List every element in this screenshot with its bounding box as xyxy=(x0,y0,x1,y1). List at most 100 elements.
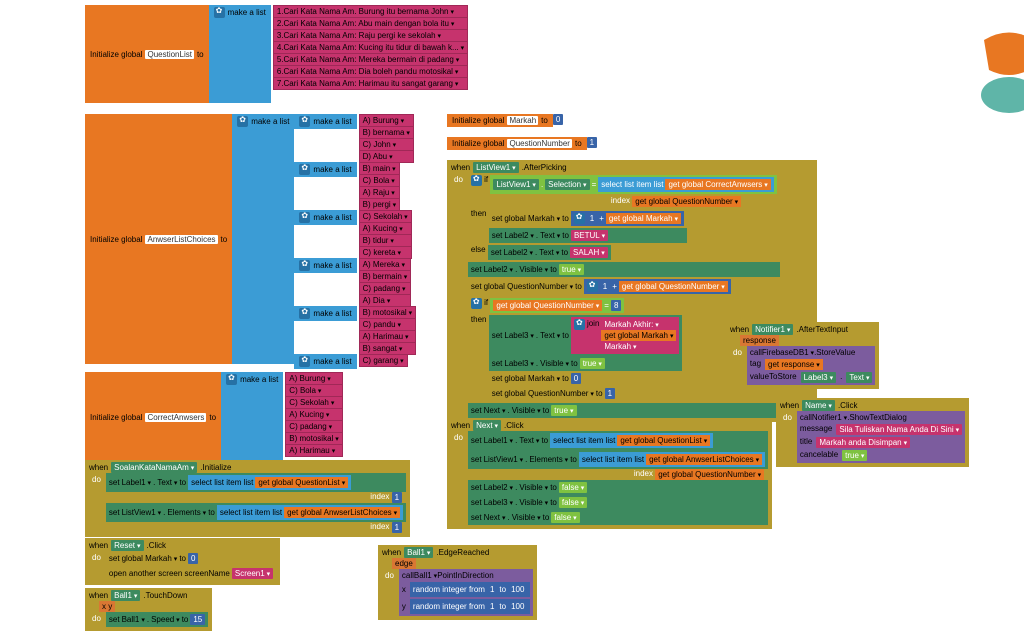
comp[interactable]: ListView1 xyxy=(484,455,524,464)
comp[interactable]: Label1 xyxy=(484,436,514,445)
gear-icon[interactable] xyxy=(237,116,248,127)
gear-icon[interactable] xyxy=(299,356,310,367)
comp[interactable]: Label2 xyxy=(484,483,514,492)
comp[interactable]: Label2 xyxy=(484,265,514,274)
list-item[interactable]: A) Harimau xyxy=(285,444,342,457)
when-reset-click[interactable]: when Reset.Click do set global Markah to… xyxy=(85,538,280,585)
num[interactable]: 100 xyxy=(508,584,527,595)
prop[interactable]: Visible xyxy=(519,498,548,507)
num[interactable]: 1 xyxy=(605,388,615,399)
text[interactable]: Sila Tuliskan Nama Anda Di Sini xyxy=(836,424,962,435)
init-questionnumber[interactable]: Initialize global QuestionNumber to 1 xyxy=(447,137,597,150)
text[interactable]: BETUL xyxy=(571,230,608,241)
prop[interactable]: Speed xyxy=(151,615,180,624)
gear-icon[interactable] xyxy=(299,308,310,319)
num[interactable]: 0 xyxy=(188,553,198,564)
comp[interactable]: Label2 xyxy=(504,248,534,257)
num[interactable]: 8 xyxy=(611,300,621,311)
init-markah[interactable]: Initialize global Markah to 0 xyxy=(447,114,563,127)
component[interactable]: Next xyxy=(473,420,501,431)
gear-icon[interactable] xyxy=(214,7,225,18)
bool[interactable]: true xyxy=(842,450,867,461)
comp[interactable]: Label2 xyxy=(504,231,534,240)
gear-icon[interactable] xyxy=(587,281,598,292)
gear-icon[interactable] xyxy=(299,212,310,223)
component[interactable]: Ball1 xyxy=(111,590,140,601)
comp[interactable]: ListView1 xyxy=(122,508,162,517)
num[interactable]: 1 xyxy=(487,601,497,612)
num[interactable]: 1 xyxy=(587,137,597,148)
num[interactable]: 1 xyxy=(600,281,610,292)
num[interactable]: 0 xyxy=(571,373,581,384)
bool[interactable]: true xyxy=(559,264,584,275)
init-correctanswers[interactable]: Initialize global CorrectAnwsers to make… xyxy=(85,372,343,462)
comp[interactable]: Label3 xyxy=(504,359,534,368)
when-ball-edgereached[interactable]: when Ball1.EdgeReached edge do call Ball… xyxy=(378,545,537,620)
component[interactable]: SoalanKataNamaAm xyxy=(111,462,197,473)
num[interactable]: 1 xyxy=(487,584,497,595)
init-questionlist[interactable]: Initialize global QuestionList to make a… xyxy=(85,5,468,103)
prop[interactable]: Elements xyxy=(529,455,568,464)
num[interactable]: 15 xyxy=(190,614,205,625)
num[interactable]: 1 xyxy=(587,213,597,224)
text[interactable]: SALAH xyxy=(570,247,608,258)
gear-icon[interactable] xyxy=(471,175,482,186)
when-name-click[interactable]: when Name.Click do call Notifier1.ShowTe… xyxy=(776,398,969,467)
prop[interactable]: Text xyxy=(539,248,559,257)
text[interactable]: Markah anda Disimpan xyxy=(816,437,910,448)
gear-icon[interactable] xyxy=(299,260,310,271)
comp[interactable]: Next xyxy=(484,513,506,522)
component[interactable]: ListView1 xyxy=(493,179,539,190)
comp[interactable]: Ball1 xyxy=(414,571,437,580)
prop[interactable]: Text xyxy=(846,372,872,383)
comp[interactable]: FirebaseDB1 xyxy=(762,348,814,357)
component[interactable]: Reset xyxy=(111,540,143,551)
bool[interactable]: false xyxy=(551,512,579,523)
prop[interactable]: Selection xyxy=(545,179,589,190)
list-item[interactable]: C) garang xyxy=(359,354,408,367)
when-ball-touchdown[interactable]: when Ball1.TouchDown x y do set Ball1.Sp… xyxy=(85,588,212,631)
comp[interactable]: Label3 xyxy=(484,498,514,507)
num[interactable]: 0 xyxy=(553,114,563,125)
text[interactable]: Markah xyxy=(601,341,676,352)
bool[interactable]: false xyxy=(559,497,587,508)
prop[interactable]: Visible xyxy=(540,359,569,368)
gear-icon[interactable] xyxy=(299,116,310,127)
prop[interactable]: Elements xyxy=(167,508,206,517)
prop[interactable]: Visible xyxy=(512,513,541,522)
gear-icon[interactable] xyxy=(226,374,237,385)
prop[interactable]: Text xyxy=(519,436,539,445)
comp[interactable]: Label1 xyxy=(122,478,152,487)
num[interactable]: 1 xyxy=(392,492,402,503)
gear-icon[interactable] xyxy=(299,164,310,175)
component[interactable]: Notifier1 xyxy=(752,324,793,335)
gear-icon[interactable] xyxy=(471,298,482,309)
prop[interactable]: Text xyxy=(157,478,177,487)
text[interactable]: Markah Akhir: xyxy=(601,319,676,330)
when-initialize[interactable]: when SoalanKataNamaAm.Initialize do set … xyxy=(85,460,410,537)
bool[interactable]: true xyxy=(580,358,605,369)
comp[interactable]: Label3 xyxy=(801,372,837,383)
num[interactable]: 100 xyxy=(508,601,527,612)
bool[interactable]: true xyxy=(551,405,576,416)
comp[interactable]: Label3 xyxy=(504,331,534,340)
num[interactable]: 1 xyxy=(392,522,402,533)
component[interactable]: Name xyxy=(802,400,835,411)
comp[interactable]: Ball1 xyxy=(122,615,145,624)
gear-icon[interactable] xyxy=(574,213,585,224)
component[interactable]: Ball1 xyxy=(404,547,433,558)
gear-icon[interactable] xyxy=(574,319,585,330)
prop[interactable]: Visible xyxy=(519,265,548,274)
init-answerchoices[interactable]: Initialize global AnwserListChoices to m… xyxy=(85,114,416,369)
text[interactable]: Screen1 xyxy=(232,568,273,579)
component[interactable]: ListView1 xyxy=(473,162,519,173)
prop[interactable]: Visible xyxy=(519,483,548,492)
list-item[interactable]: 7.Cari Kata Nama Am: Harimau itu sangat … xyxy=(273,77,468,90)
prop[interactable]: Text xyxy=(540,231,560,240)
bool[interactable]: false xyxy=(559,482,587,493)
when-notifier-aftertext[interactable]: when Notifier1.AfterTextInput response d… xyxy=(726,322,879,389)
prop[interactable]: Text xyxy=(540,331,560,340)
comp[interactable]: Next xyxy=(484,406,506,415)
prop[interactable]: Visible xyxy=(512,406,541,415)
comp[interactable]: Notifier1 xyxy=(812,413,847,422)
